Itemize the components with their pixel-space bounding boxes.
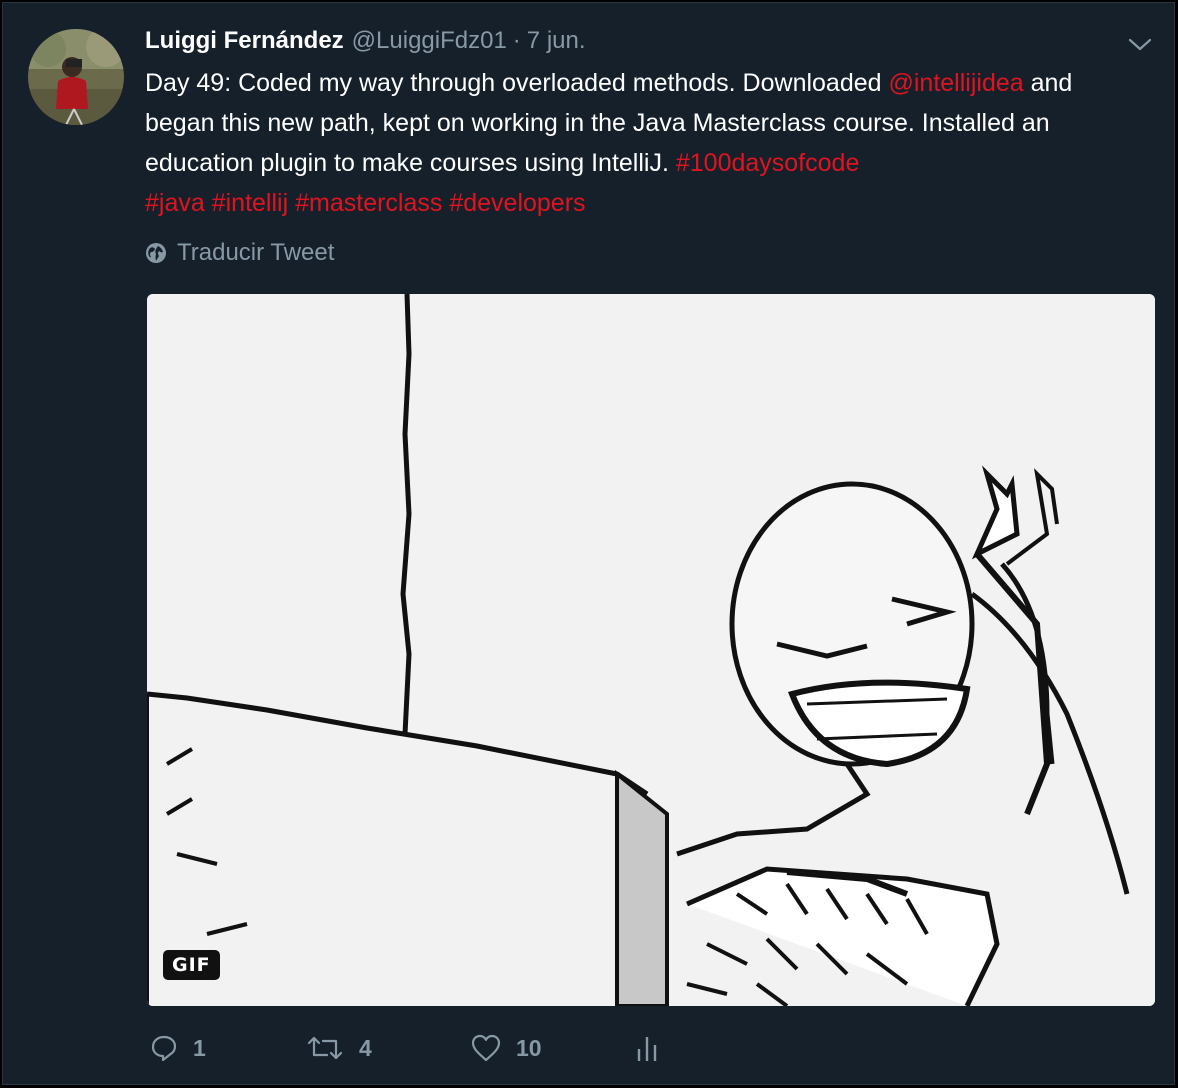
gif-badge: GIF: [163, 950, 220, 980]
tweet-text-part: Day 49: Coded my way through overloaded …: [145, 69, 889, 97]
tweet-text: Day 49: Coded my way through overloaded …: [145, 63, 1145, 223]
gif-media[interactable]: GIF: [147, 294, 1155, 1006]
author-name[interactable]: Luiggi Fernández: [145, 27, 344, 55]
reply-count: 1: [193, 1034, 206, 1061]
author-handle[interactable]: @LuiggiFdz01: [352, 27, 507, 55]
mention-link[interactable]: @intellijidea: [889, 69, 1024, 97]
tweet-card: Luiggi Fernández @LuiggiFdz01 · 7 jun. D…: [2, 2, 1175, 1085]
hashtag-link[interactable]: #developers: [449, 189, 585, 217]
avatar[interactable]: [28, 29, 124, 125]
analytics-icon: [637, 1037, 657, 1061]
heart-icon: [471, 1034, 501, 1062]
translate-label: Traducir Tweet: [177, 239, 335, 266]
reply-button[interactable]: 1: [149, 1033, 206, 1063]
hashtag-link[interactable]: #intellij: [212, 189, 288, 217]
analytics-button[interactable]: [635, 1033, 659, 1063]
like-button[interactable]: 10: [470, 1033, 542, 1063]
retweet-count: 4: [359, 1034, 372, 1061]
gif-illustration: [147, 294, 1155, 1006]
hashtag-link[interactable]: #100daysofcode: [676, 149, 859, 177]
hashtag-link[interactable]: #java: [145, 189, 205, 217]
header-separator: ·: [512, 27, 521, 54]
chevron-down-icon[interactable]: [1125, 33, 1155, 55]
globe-icon: [146, 243, 166, 263]
hashtag-link[interactable]: #masterclass: [295, 189, 442, 217]
like-count: 10: [516, 1034, 542, 1061]
retweet-button[interactable]: 4: [305, 1033, 372, 1063]
tweet-timestamp[interactable]: 7 jun.: [527, 27, 586, 55]
tweet-header: Luiggi Fernández @LuiggiFdz01 · 7 jun.: [145, 27, 586, 61]
retweet-icon: [307, 1036, 343, 1060]
reply-icon: [151, 1035, 177, 1062]
translate-tweet-link[interactable]: Traducir Tweet: [145, 239, 334, 267]
